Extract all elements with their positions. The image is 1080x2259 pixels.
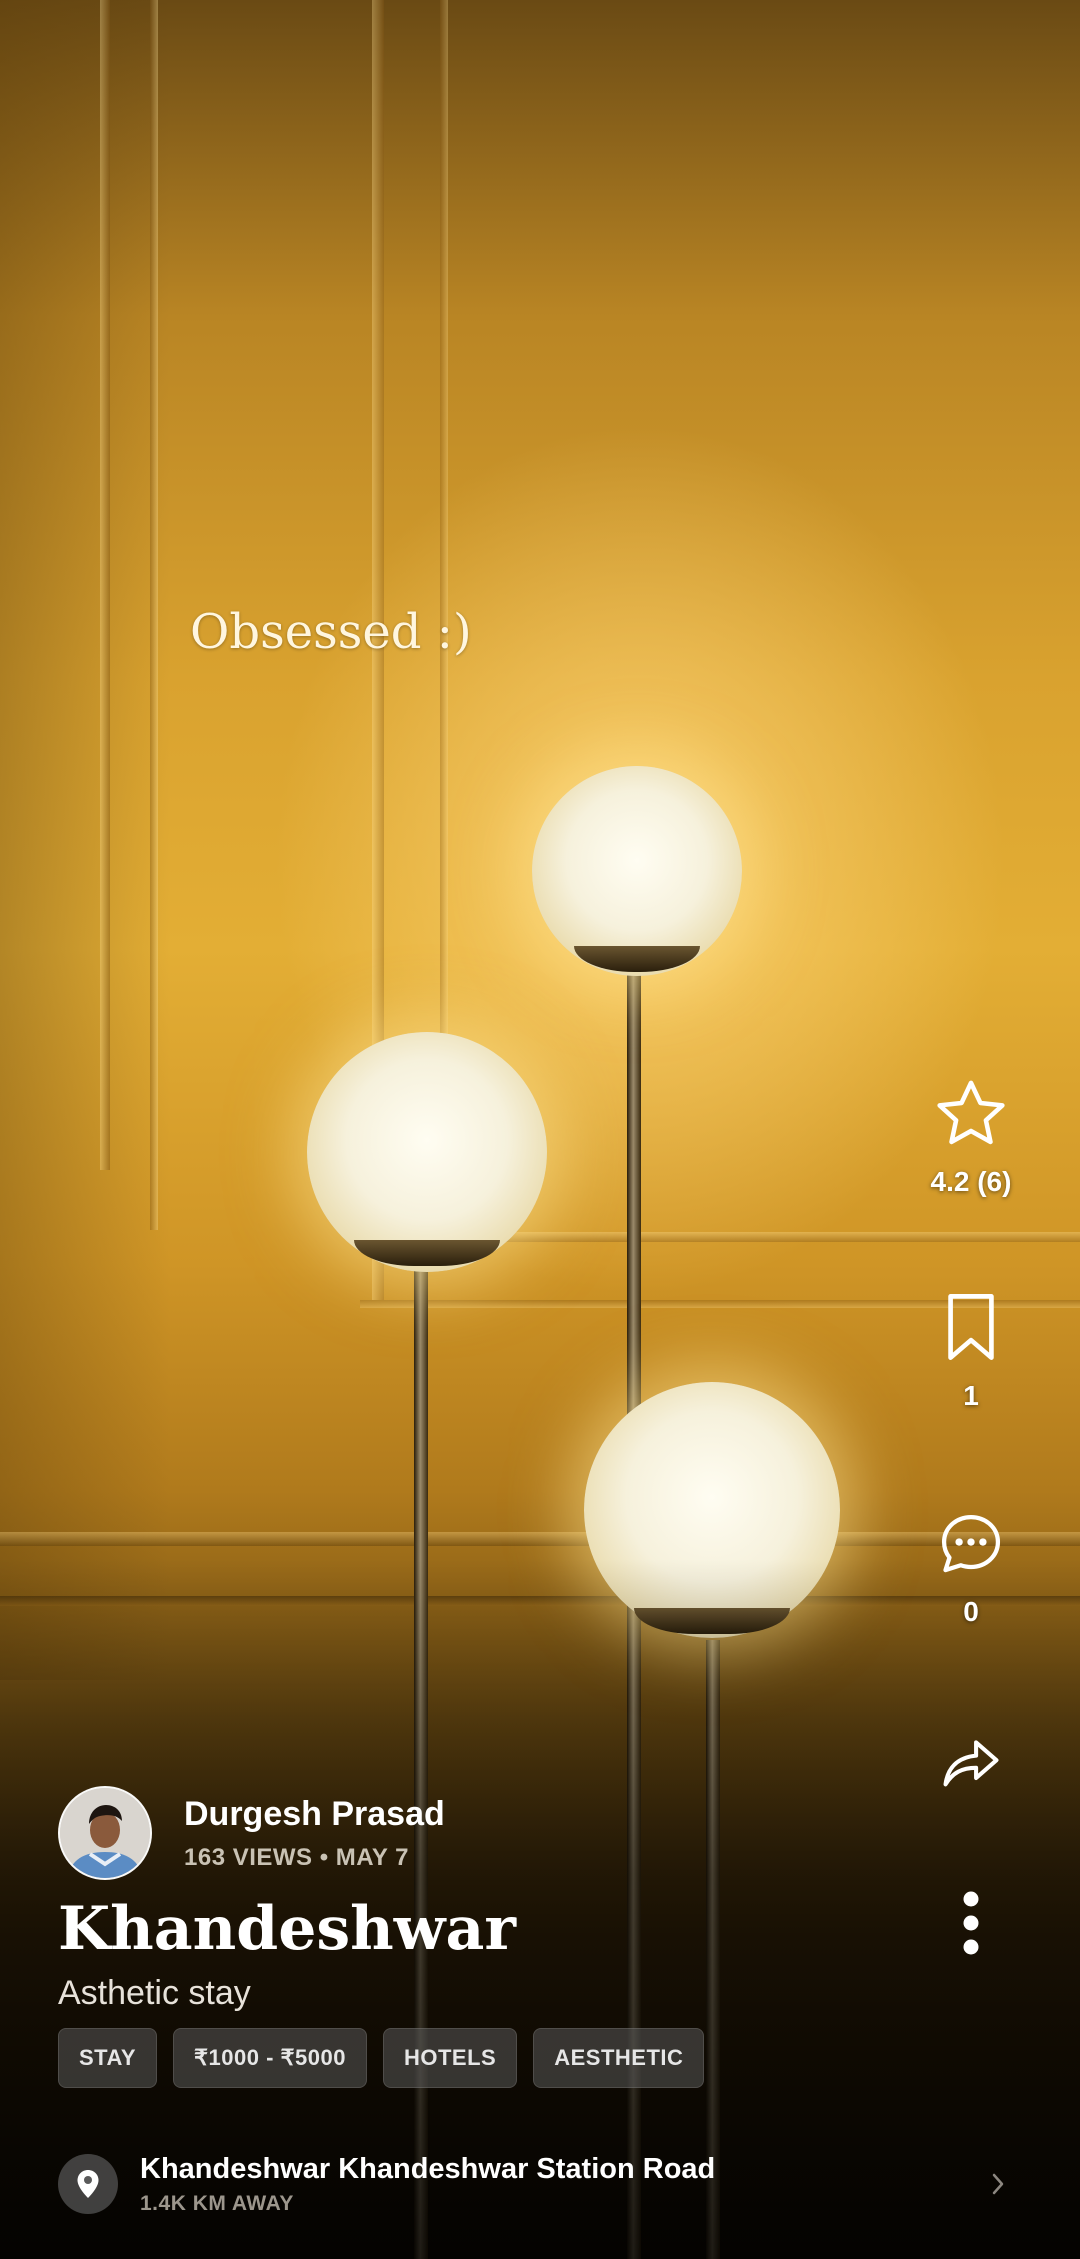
avatar[interactable]	[58, 1786, 152, 1880]
share-button[interactable]	[920, 1736, 1022, 1792]
chevron-right-icon[interactable]	[978, 2172, 1018, 2196]
star-icon	[934, 1078, 1008, 1148]
author-row[interactable]: Durgesh Prasad 163 VIEWS • MAY 7	[58, 1786, 445, 1880]
tag-chip[interactable]: HOTELS	[382, 2028, 518, 2088]
save-count: 1	[963, 1380, 979, 1411]
more-vertical-icon	[961, 1890, 981, 1956]
rating-label: 4.2 (6)	[930, 1166, 1012, 1197]
place-subtitle: Asthetic stay	[58, 1974, 251, 2012]
author-name[interactable]: Durgesh Prasad	[184, 1795, 445, 1834]
save-button[interactable]: 1	[920, 1292, 1022, 1412]
location-distance: 1.4K KM AWAY	[140, 2191, 294, 2215]
tag-chip[interactable]: ₹1000 - ₹5000	[173, 2028, 367, 2088]
comment-button[interactable]: 0	[920, 1510, 1022, 1628]
tag-chip[interactable]: STAY	[58, 2028, 158, 2088]
share-icon	[940, 1736, 1002, 1792]
post-meta: 163 VIEWS • MAY 7	[184, 1843, 410, 1871]
lamp-globe	[532, 766, 742, 976]
story-caption: Obsessed :)	[190, 604, 472, 660]
lamp-globe	[307, 1032, 547, 1272]
location-name: Khandeshwar Khandeshwar Station Road	[140, 2152, 716, 2185]
place-title: Khandeshwar	[58, 1894, 516, 1964]
comment-icon	[936, 1510, 1006, 1578]
tag-list: STAY ₹1000 - ₹5000 HOTELS AESTHETIC	[58, 2028, 705, 2088]
rating-button[interactable]: 4.2 (6)	[920, 1078, 1022, 1198]
more-options-button[interactable]	[920, 1890, 1022, 1956]
comment-count: 0	[963, 1596, 979, 1627]
tag-chip[interactable]: AESTHETIC	[533, 2028, 705, 2088]
location-pin-icon	[58, 2154, 118, 2214]
bookmark-icon	[944, 1292, 998, 1362]
location-row[interactable]: Khandeshwar Khandeshwar Station Road 1.4…	[58, 2144, 1018, 2224]
